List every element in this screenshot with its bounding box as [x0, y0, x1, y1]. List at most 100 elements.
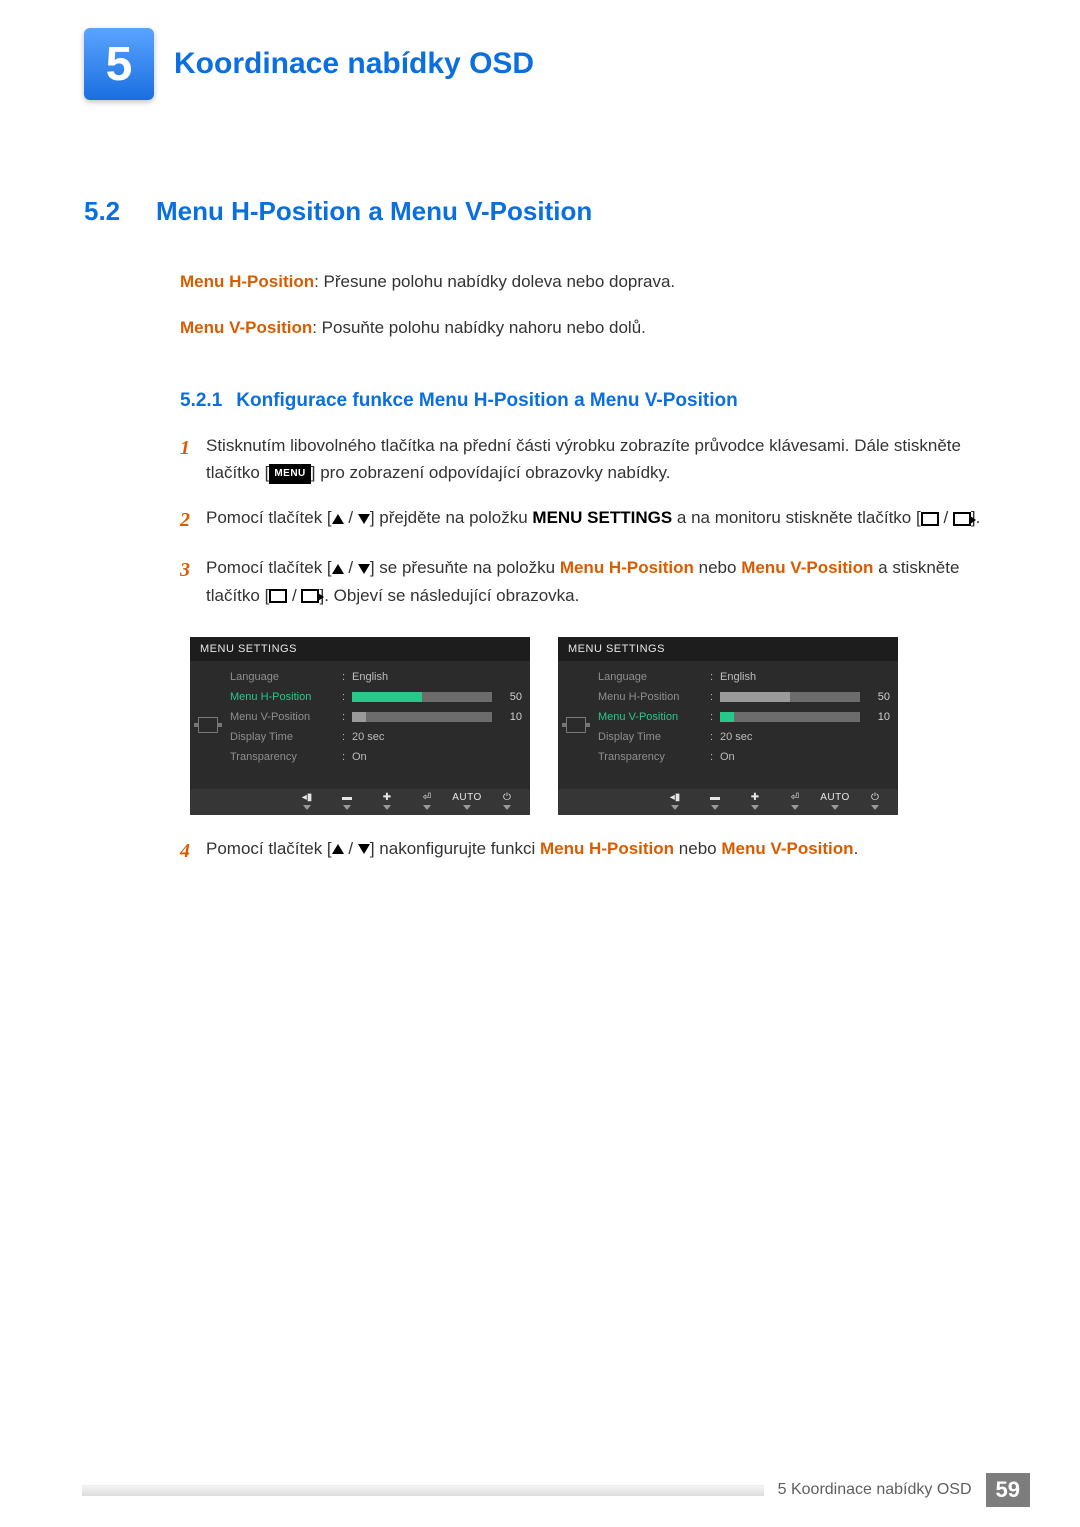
osd-power-button[interactable]: ⏻ [494, 793, 520, 810]
step-1: 1 Stisknutím libovolného tlačítka na pře… [180, 432, 992, 486]
osd-label-active: Menu V-Position [598, 711, 710, 723]
osd-title: MENU SETTINGS [558, 637, 898, 661]
osd-item-list: Language: English Menu H-Position: 50 Me… [226, 661, 530, 789]
step-3-text-a: Pomocí tlačítek [ [206, 558, 332, 577]
step-2: 2 Pomocí tlačítek [ / ] přejděte na polo… [180, 504, 992, 536]
osd-footer-buttons: ◂▮ ▬ ✚ ⏎ AUTO ⏻ [190, 789, 530, 815]
osd-value-h: 50 [498, 691, 522, 703]
osd-value: On [720, 751, 735, 763]
chapter-header: 5 Koordinace nabídky OSD [0, 0, 1080, 100]
intro-v-label: Menu V-Position [180, 318, 312, 337]
step-3-text-b: ] se přesuňte na položku [370, 558, 560, 577]
osd-item-h-position: Menu H-Position: 50 [230, 687, 522, 707]
steps-list: 1 Stisknutím libovolného tlačítka na pře… [0, 412, 1080, 609]
osd-minus-button[interactable]: ▬ [334, 793, 360, 810]
step-3-v: Menu V-Position [741, 558, 873, 577]
osd-category-icon-column [190, 661, 226, 789]
osd-label: Menu V-Position [230, 711, 342, 723]
osd-value-v: 10 [866, 711, 890, 723]
section-heading: 5.2 Menu H-Position a Menu V-Position [0, 100, 1080, 227]
step-2-text-c: a na monitoru stiskněte tlačítko [ [672, 508, 921, 527]
osd-auto-button[interactable]: AUTO [454, 793, 480, 810]
osd-auto-button[interactable]: AUTO [822, 793, 848, 810]
step-4-slash: / [344, 839, 358, 858]
osd-screenshots-row: MENU SETTINGS Language: English Menu H-P… [0, 627, 1080, 835]
osd-label: Language [598, 671, 710, 683]
osd-back-button[interactable]: ◂▮ [294, 793, 320, 810]
osd-value-h: 50 [866, 691, 890, 703]
down-arrow-icon [358, 514, 370, 524]
step-2-bold: MENU SETTINGS [532, 508, 672, 527]
source-icon [269, 589, 287, 603]
chapter-number-badge: 5 [84, 28, 154, 100]
osd-item-display-time: Display Time: 20 sec [230, 727, 522, 747]
step-4: 4 Pomocí tlačítek [ / ] nakonfigurujte f… [180, 835, 992, 867]
step-4-mid: nebo [674, 839, 721, 858]
osd-back-button[interactable]: ◂▮ [662, 793, 688, 810]
intro-h-text: : Přesune polohu nabídky doleva nebo dop… [314, 272, 675, 291]
osd-enter-button[interactable]: ⏎ [414, 793, 440, 810]
osd-value: 20 sec [352, 731, 384, 743]
step-number: 1 [180, 432, 206, 486]
osd-item-list: Language: English Menu H-Position: 50 Me… [594, 661, 898, 789]
osd-label: Transparency [230, 751, 342, 763]
step-3: 3 Pomocí tlačítek [ / ] se přesuňte na p… [180, 554, 992, 608]
osd-label: Language [230, 671, 342, 683]
menu-button-icon: MENU [269, 464, 310, 484]
step-4-text-a: Pomocí tlačítek [ [206, 839, 332, 858]
osd-power-button[interactable]: ⏻ [862, 793, 888, 810]
intro-block: Menu H-Position: Přesune polohu nabídky … [0, 227, 1080, 340]
steps-list-cont: 4 Pomocí tlačítek [ / ] nakonfigurujte f… [0, 835, 1080, 867]
osd-item-v-position: Menu V-Position: 10 [598, 707, 890, 727]
step-4-end: . [854, 839, 859, 858]
osd-item-transparency: Transparency: On [598, 747, 890, 767]
osd-label: Menu H-Position [598, 691, 710, 703]
page-footer: 5 Koordinace nabídky OSD 59 [82, 1473, 1030, 1507]
osd-panel-h: MENU SETTINGS Language: English Menu H-P… [190, 637, 530, 815]
subsection-number: 5.2.1 [180, 390, 222, 412]
osd-category-icon-column [558, 661, 594, 789]
osd-slider-h: 50 [720, 691, 890, 703]
osd-item-language: Language: English [230, 667, 522, 687]
down-arrow-icon [358, 564, 370, 574]
page-number: 59 [986, 1473, 1030, 1507]
step-3-h: Menu H-Position [560, 558, 694, 577]
osd-label: Display Time [598, 731, 710, 743]
osd-item-language: Language: English [598, 667, 890, 687]
osd-slider-v: 10 [352, 711, 522, 723]
osd-minus-button[interactable]: ▬ [702, 793, 728, 810]
osd-footer-buttons: ◂▮ ▬ ✚ ⏎ AUTO ⏻ [558, 789, 898, 815]
osd-value: English [352, 671, 388, 683]
osd-label: Display Time [230, 731, 342, 743]
osd-title: MENU SETTINGS [190, 637, 530, 661]
subsection-title: Konfigurace funkce Menu H-Position a Men… [236, 390, 737, 412]
osd-panel-v: MENU SETTINGS Language: English Menu H-P… [558, 637, 898, 815]
chapter-title: Koordinace nabídky OSD [174, 47, 534, 81]
up-arrow-icon [332, 564, 344, 574]
osd-value: On [352, 751, 367, 763]
subsection-heading: 5.2.1 Konfigurace funkce Menu H-Position… [0, 360, 1080, 412]
step-4-text-b: ] nakonfigurujte funkci [370, 839, 540, 858]
osd-item-h-position: Menu H-Position: 50 [598, 687, 890, 707]
step-3-slash: / [344, 558, 358, 577]
footer-divider [82, 1485, 764, 1496]
osd-value: 20 sec [720, 731, 752, 743]
step-2-slash: / [344, 508, 358, 527]
osd-enter-button[interactable]: ⏎ [782, 793, 808, 810]
osd-value: English [720, 671, 756, 683]
osd-slider-v: 10 [720, 711, 890, 723]
step-3-text-d: ]. Objeví se následující obrazovka. [319, 586, 579, 605]
step-3-mid: nebo [694, 558, 741, 577]
osd-label: Transparency [598, 751, 710, 763]
enter-icon [301, 589, 319, 603]
step-4-v: Menu V-Position [721, 839, 853, 858]
osd-item-v-position: Menu V-Position: 10 [230, 707, 522, 727]
osd-value-v: 10 [498, 711, 522, 723]
step-number: 2 [180, 504, 206, 536]
step-1-text-b: ] pro zobrazení odpovídající obrazovky n… [311, 463, 671, 482]
intro-v-text: : Posuňte polohu nabídky nahoru nebo dol… [312, 318, 646, 337]
footer-text: 5 Koordinace nabídky OSD [778, 1481, 972, 1499]
osd-item-display-time: Display Time: 20 sec [598, 727, 890, 747]
osd-plus-button[interactable]: ✚ [374, 793, 400, 810]
osd-plus-button[interactable]: ✚ [742, 793, 768, 810]
